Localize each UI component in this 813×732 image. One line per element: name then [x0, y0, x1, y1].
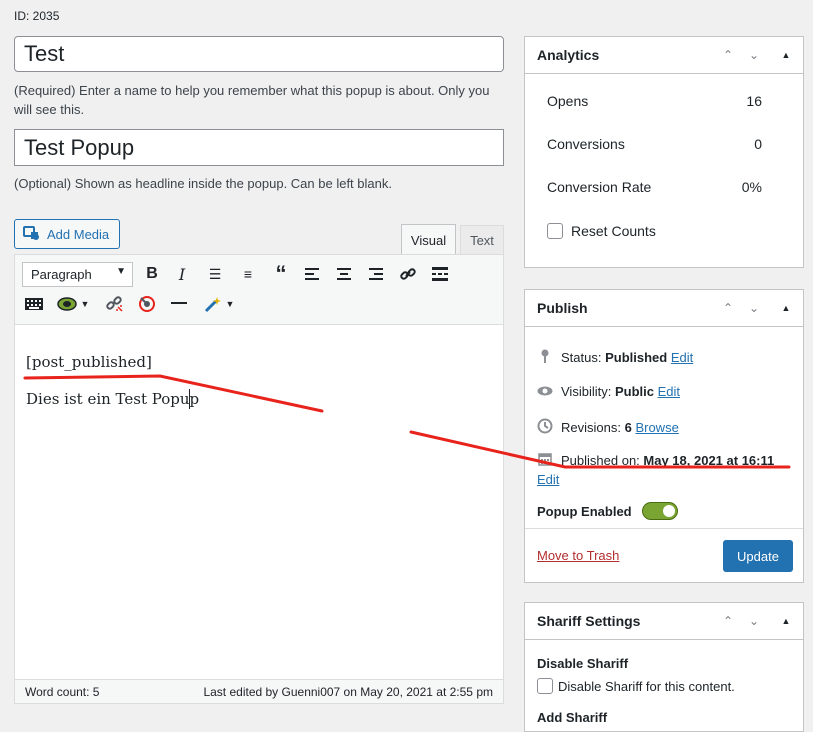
stat-label: Conversion Rate [547, 179, 652, 195]
disable-shariff-label: Disable Shariff for this content. [558, 678, 735, 694]
format-select-value: Paragraph [31, 267, 92, 282]
stat-value: 0 [754, 136, 762, 152]
editor-toolbar: Paragraph ▼ B I ☰ ≡ “ ▼ ▼ [15, 255, 503, 325]
move-up-icon[interactable]: ⌃ [719, 612, 737, 630]
format-select[interactable]: Paragraph ▼ [22, 262, 133, 287]
calendar-icon [537, 452, 553, 469]
stat-row-conversions: Conversions 0 [547, 136, 762, 152]
move-down-icon[interactable]: ⌄ [745, 612, 763, 630]
visibility-row: Visibility: Public Edit [537, 383, 680, 399]
status-edit-link[interactable]: Edit [671, 350, 693, 365]
add-media-label: Add Media [47, 226, 110, 242]
disable-shariff-heading: Disable Shariff [537, 656, 629, 671]
move-to-trash-link[interactable]: Move to Trash [537, 548, 619, 563]
stat-label: Opens [547, 93, 589, 109]
status-value: Published [605, 350, 668, 365]
collapse-toggle-icon[interactable]: ▲ [777, 46, 795, 64]
magic-wand-icon[interactable]: ▼ [199, 292, 239, 316]
reset-counts-row[interactable]: Reset Counts [547, 223, 656, 239]
horizontal-line-icon[interactable] [167, 292, 191, 316]
tab-text[interactable]: Text [460, 225, 504, 255]
popup-enabled-label: Popup Enabled [537, 503, 632, 519]
bold-icon[interactable]: B [140, 262, 164, 286]
link-icon[interactable] [396, 262, 420, 286]
tab-visual[interactable]: Visual [401, 224, 456, 255]
revisions-browse-link[interactable]: Browse [635, 420, 678, 435]
published-on-row: Published on: May 18, 2021 at 16:11 [537, 452, 774, 469]
popup-title-input[interactable]: Test [14, 36, 504, 72]
divider [525, 528, 803, 529]
headline-help-text: (Optional) Shown as headline inside the … [14, 176, 392, 191]
publish-panel: Publish ⌃ ⌄ ▲ Status: Published Edit Vis… [524, 289, 804, 583]
align-center-icon[interactable] [332, 262, 356, 286]
revisions-value: 6 [624, 420, 632, 435]
unlink-icon[interactable] [103, 292, 127, 316]
revisions-clock-icon [537, 418, 553, 437]
post-id: ID: 2035 [14, 9, 60, 23]
pin-icon [537, 349, 553, 366]
keyboard-icon[interactable] [22, 292, 46, 316]
blockquote-icon[interactable]: “ [269, 261, 293, 286]
content-paragraph-text: Dies ist ein Test Popup [26, 390, 200, 408]
collapse-toggle-icon[interactable]: ▲ [777, 299, 795, 317]
status-row: Status: Published Edit [537, 349, 693, 366]
add-media-button[interactable]: Add Media [14, 219, 120, 249]
stat-row-conversion-rate: Conversion Rate 0% [547, 179, 762, 195]
bullet-list-icon[interactable]: ☰ [203, 262, 227, 286]
published-on-edit-link[interactable]: Edit [537, 472, 559, 487]
move-up-icon[interactable]: ⌃ [719, 299, 737, 317]
visibility-edit-link[interactable]: Edit [658, 384, 680, 399]
published-on-value: May 18, 2021 at 16:11 [643, 453, 775, 468]
stat-label: Conversions [547, 136, 625, 152]
shariff-panel: Shariff Settings ⌃ ⌄ ▲ Disable Shariff D… [524, 602, 804, 732]
published-on-label: Published on: [561, 453, 640, 468]
align-right-icon[interactable] [364, 262, 388, 286]
align-left-icon[interactable] [300, 262, 324, 286]
move-down-icon[interactable]: ⌄ [745, 46, 763, 64]
move-down-icon[interactable]: ⌄ [745, 299, 763, 317]
disable-shariff-checkbox[interactable] [537, 678, 553, 694]
shortcode-icon[interactable]: ▼ [53, 292, 93, 316]
visibility-value: Public [614, 383, 654, 399]
revisions-label: Revisions: [561, 420, 621, 435]
title-help-text: (Required) Enter a name to help you reme… [14, 83, 490, 117]
numbered-list-icon[interactable]: ≡ [236, 262, 260, 286]
reset-counts-checkbox[interactable] [547, 223, 563, 239]
target-icon[interactable] [135, 292, 159, 316]
editor-status-bar: Word count: 5 Last edited by Guenni007 o… [15, 679, 503, 703]
popup-headline-input[interactable]: Test Popup [14, 129, 504, 166]
editor-content-area[interactable]: [post_published] Dies ist ein Test Popup [15, 325, 503, 675]
content-editor: Paragraph ▼ B I ☰ ≡ “ ▼ ▼ [post_publishe… [14, 254, 504, 704]
update-button[interactable]: Update [723, 540, 793, 572]
visibility-label: Visibility: [561, 383, 612, 399]
popup-enabled-toggle[interactable] [641, 502, 678, 520]
italic-icon[interactable]: I [170, 262, 194, 286]
analytics-panel: Analytics ⌃ ⌄ ▲ Opens 16 Conversions 0 C… [524, 36, 804, 268]
eye-icon [537, 383, 553, 399]
last-edited: Last edited by Guenni007 on May 20, 2021… [203, 684, 493, 699]
analytics-title: Analytics [537, 47, 600, 63]
content-paragraph-shortcode: [post_published] [26, 353, 152, 371]
stat-value: 16 [746, 93, 762, 109]
media-icon [23, 226, 39, 240]
publish-title: Publish [537, 300, 588, 316]
revisions-row: Revisions: 6 Browse [537, 418, 679, 437]
stat-value: 0% [741, 179, 762, 195]
add-shariff-heading: Add Shariff [537, 710, 608, 725]
shariff-title: Shariff Settings [537, 613, 641, 629]
collapse-toggle-icon[interactable]: ▲ [777, 612, 795, 630]
disable-shariff-row[interactable]: Disable Shariff for this content. [537, 678, 735, 694]
chevron-down-icon: ▼ [116, 266, 126, 277]
read-more-icon[interactable] [428, 262, 452, 286]
move-up-icon[interactable]: ⌃ [719, 46, 737, 64]
popup-enabled-row: Popup Enabled [537, 502, 678, 520]
status-label: Status: [561, 350, 602, 365]
word-count: Word count: 5 [25, 684, 100, 699]
stat-row-opens: Opens 16 [547, 93, 762, 109]
reset-counts-label: Reset Counts [571, 223, 656, 239]
text-cursor [189, 389, 190, 409]
